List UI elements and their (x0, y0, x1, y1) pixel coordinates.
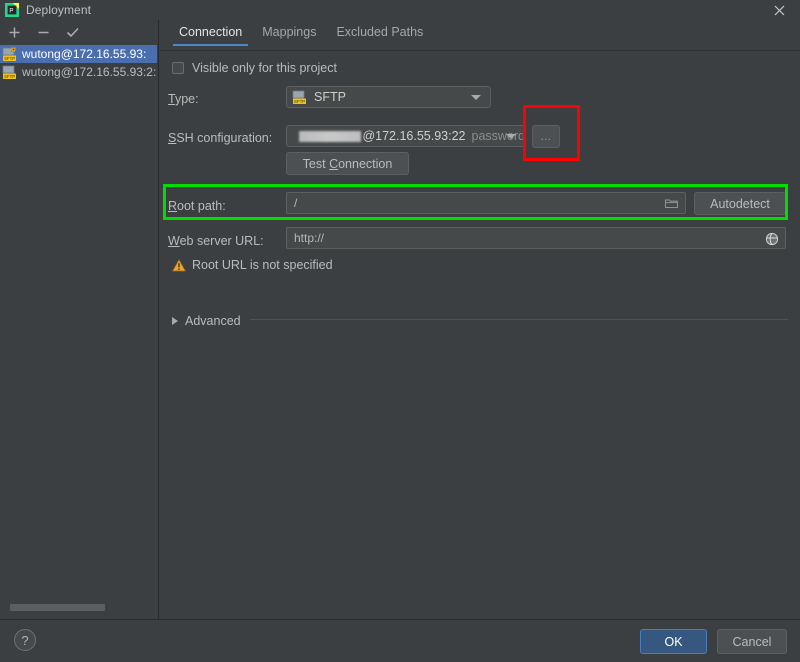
svg-text:SFTP: SFTP (294, 99, 305, 104)
tab-connection[interactable]: Connection (169, 20, 252, 46)
root-path-value: / (294, 196, 298, 210)
list-item[interactable]: SFTP wutong@172.16.55.93:2: (0, 63, 157, 81)
warning-icon (171, 258, 187, 272)
root-path-label-rest: oot path: (177, 199, 226, 213)
sftp-icon: SFTP (2, 65, 18, 80)
advanced-separator (250, 319, 788, 320)
connection-form: Visible only for this project Type: SFTP… (160, 51, 800, 620)
connection-panel: Connection Mappings Excluded Paths Visib… (160, 20, 800, 620)
chevron-down-icon (471, 95, 481, 100)
visible-only-row: Visible only for this project (172, 61, 337, 75)
server-list[interactable]: SFTP wutong@172.16.55.93: SFTP wutong@17… (0, 45, 157, 620)
remove-server-button[interactable] (35, 24, 52, 41)
svg-text:SFTP: SFTP (4, 74, 15, 79)
svg-text:SFTP: SFTP (4, 56, 15, 61)
deployment-dialog: P Deployment SFTP wutong@172.16.55.93: S… (0, 0, 800, 662)
root-url-warning-text: Root URL is not specified (192, 258, 333, 272)
ssh-browse-button[interactable]: ... (532, 125, 560, 148)
web-server-url-label-rest: eb server URL: (179, 234, 264, 248)
tab-label: Excluded Paths (336, 25, 424, 39)
server-list-panel: SFTP wutong@172.16.55.93: SFTP wutong@17… (0, 20, 159, 620)
advanced-toggle[interactable]: Advanced (172, 314, 241, 328)
type-value: SFTP (314, 90, 346, 104)
add-server-button[interactable] (6, 24, 23, 41)
ok-label: OK (664, 634, 683, 649)
tab-label: Connection (179, 25, 243, 39)
web-server-url-value: http:// (294, 231, 325, 245)
globe-icon[interactable] (765, 232, 779, 249)
ssh-configuration-combobox[interactable]: @172.16.55.93:22 password (286, 125, 526, 147)
help-button[interactable]: ? (14, 629, 36, 651)
tab-label: Mappings (262, 25, 317, 39)
dialog-footer: ? OK Cancel (0, 619, 800, 662)
triangle-right-icon (172, 317, 178, 325)
window-title: Deployment (26, 3, 92, 17)
tab-excluded-paths[interactable]: Excluded Paths (326, 20, 433, 46)
scrollbar-thumb[interactable] (10, 604, 105, 611)
cancel-button[interactable]: Cancel (717, 629, 787, 654)
root-url-warning: Root URL is not specified (171, 258, 333, 272)
ssh-configuration-label: SSH configuration: (168, 131, 273, 145)
ssh-browse-label: ... (540, 130, 552, 143)
tab-bar: Connection Mappings Excluded Paths (160, 20, 800, 51)
type-label: Type: (168, 92, 199, 106)
visible-only-label: Visible only for this project (192, 61, 337, 75)
folder-icon[interactable] (664, 198, 679, 212)
sftp-icon: SFTP (292, 90, 308, 105)
chevron-down-icon (506, 134, 516, 139)
server-list-toolbar (0, 20, 158, 45)
web-server-url-input[interactable]: http:// (286, 227, 786, 249)
close-icon[interactable] (766, 0, 792, 20)
horizontal-scrollbar[interactable] (0, 603, 157, 612)
set-default-server-button[interactable] (64, 24, 81, 41)
ok-button[interactable]: OK (640, 629, 707, 654)
web-server-url-label: Web server URL: (168, 234, 264, 248)
tab-mappings[interactable]: Mappings (252, 20, 326, 46)
ssh-auth-hint: password (471, 129, 526, 143)
type-label-rest: ype: (174, 92, 199, 106)
cancel-label: Cancel (732, 634, 772, 649)
list-item[interactable]: SFTP wutong@172.16.55.93: (0, 45, 157, 63)
test-connection-label: Test Connection (302, 156, 393, 171)
autodetect-label: Autodetect (710, 196, 770, 211)
root-path-input[interactable]: / (286, 192, 686, 214)
test-connection-button[interactable]: Test Connection (286, 152, 409, 175)
ssh-label-rest: SH configuration: (176, 131, 273, 145)
ssh-host-value: @172.16.55.93:22 (362, 129, 466, 143)
sftp-warning-icon: SFTP (2, 46, 18, 62)
pycharm-icon: P (5, 3, 19, 17)
svg-text:P: P (9, 8, 13, 15)
autodetect-button[interactable]: Autodetect (694, 192, 786, 215)
type-combobox[interactable]: SFTP SFTP (286, 86, 491, 108)
ssh-username-redacted (299, 130, 362, 142)
title-bar: P Deployment (0, 0, 800, 20)
list-item-label: wutong@172.16.55.93:2: (22, 65, 157, 79)
help-label: ? (21, 632, 29, 648)
list-item-label: wutong@172.16.55.93: (22, 47, 147, 61)
advanced-label: Advanced (185, 314, 241, 328)
root-path-label: Root path: (168, 199, 226, 213)
visible-only-checkbox[interactable] (172, 62, 184, 74)
